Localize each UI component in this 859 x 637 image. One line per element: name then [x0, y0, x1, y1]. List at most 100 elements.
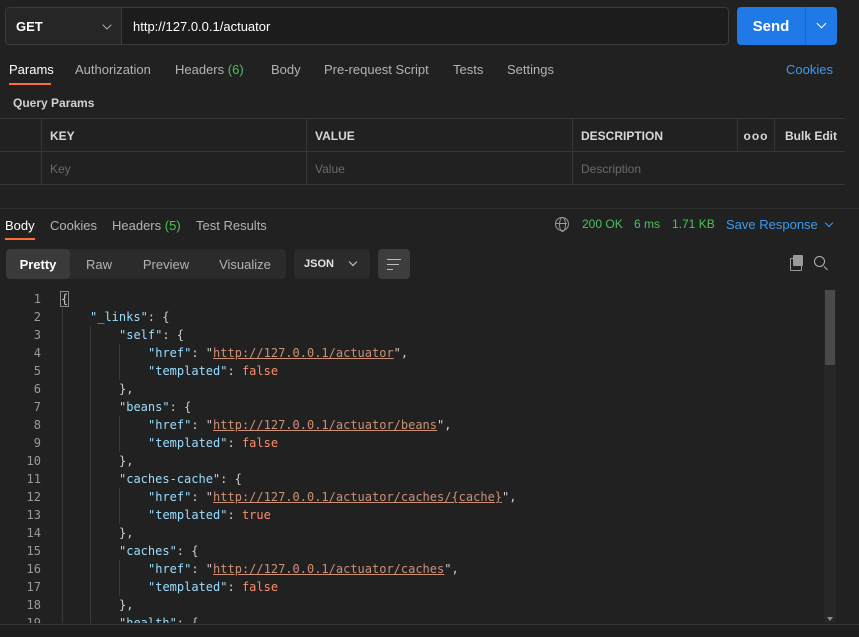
- view-preview[interactable]: Preview: [128, 249, 204, 279]
- line-number: 11: [26, 472, 41, 486]
- response-tab-headers[interactable]: Headers (5): [112, 218, 181, 233]
- line-number: 1: [33, 292, 41, 306]
- url-input[interactable]: http://127.0.0.1/actuator: [122, 8, 728, 44]
- response-body-editor[interactable]: 1{2 "_links": {3 "self": {4 "href": "http:/…: [0, 290, 822, 623]
- code-line: 7 "beans": {: [0, 398, 822, 416]
- search-icon[interactable]: [814, 256, 828, 270]
- line-number: 7: [33, 400, 41, 414]
- bulk-edit-button[interactable]: Bulk Edit: [774, 119, 845, 152]
- response-tab-cookies[interactable]: Cookies: [50, 218, 97, 233]
- tab-tests[interactable]: Tests: [453, 62, 483, 77]
- query-params-title: Query Params: [13, 96, 95, 110]
- tab-settings[interactable]: Settings: [507, 62, 554, 77]
- save-response-button[interactable]: Save Response: [726, 217, 834, 232]
- wrap-lines-icon[interactable]: [378, 249, 410, 279]
- globe-icon[interactable]: [555, 217, 569, 232]
- status-bar: [0, 624, 859, 637]
- code-text: },: [119, 382, 134, 396]
- line-number: 12: [26, 490, 41, 504]
- tab-headers[interactable]: Headers (6): [175, 62, 244, 77]
- code-text: "templated": false: [148, 364, 279, 378]
- response-tab-body[interactable]: Body: [5, 218, 35, 233]
- cookies-link[interactable]: Cookies: [786, 62, 833, 77]
- line-number: 10: [26, 454, 41, 468]
- status-code[interactable]: 200 OK: [582, 217, 623, 231]
- view-mode-group: Pretty Raw Preview Visualize: [6, 249, 286, 279]
- response-time[interactable]: 6 ms: [634, 217, 660, 231]
- request-url-bar: GET http://127.0.0.1/actuator: [5, 7, 729, 45]
- code-text: "beans": {: [119, 400, 192, 414]
- method-label: GET: [16, 18, 43, 34]
- more-options-icon[interactable]: ooo: [737, 119, 774, 152]
- query-params-table: KEY VALUE DESCRIPTION ooo Bulk Edit Key …: [0, 118, 845, 185]
- line-number: 13: [26, 508, 41, 522]
- send-options-chevron-down-icon[interactable]: [805, 7, 837, 45]
- code-text: "href": "http://127.0.0.1/actuator/cache…: [148, 562, 459, 576]
- code-text: "self": {: [119, 328, 185, 342]
- line-number: 19: [26, 616, 41, 623]
- description-input[interactable]: Description: [572, 152, 845, 185]
- view-visualize[interactable]: Visualize: [204, 249, 286, 279]
- format-label: JSON: [304, 258, 334, 270]
- code-text: "health": {: [119, 616, 199, 623]
- code-line: 12 "href": "http://127.0.0.1/actuator/cac…: [0, 488, 822, 506]
- chevron-down-icon: [102, 20, 112, 30]
- response-tab-test-results[interactable]: Test Results: [196, 218, 267, 233]
- code-line: 1{: [0, 290, 822, 308]
- code-text: },: [119, 454, 134, 468]
- code-line: 6},: [0, 380, 822, 398]
- code-text: {: [59, 291, 70, 307]
- code-text: "_links": {: [90, 310, 170, 324]
- send-button[interactable]: Send: [737, 7, 805, 45]
- row-checkbox[interactable]: [0, 152, 41, 185]
- checkbox-column: [0, 119, 41, 152]
- code-line: 9 "templated": false: [0, 434, 822, 452]
- copy-icon[interactable]: [790, 255, 803, 271]
- chevron-down-icon: [348, 257, 358, 267]
- active-response-tab-indicator: [5, 238, 35, 240]
- code-line: 19 "health": {: [0, 614, 822, 623]
- code-line: 18},: [0, 596, 822, 614]
- view-raw[interactable]: Raw: [70, 249, 128, 279]
- scroll-down-icon[interactable]: [827, 617, 833, 621]
- code-text: },: [119, 598, 134, 612]
- code-text: "caches-cache": {: [119, 472, 242, 486]
- code-line: 14},: [0, 524, 822, 542]
- active-tab-indicator: [9, 83, 51, 85]
- scrollbar-thumb[interactable]: [825, 290, 835, 365]
- format-select[interactable]: JSON: [294, 249, 370, 279]
- code-text: "templated": false: [148, 436, 279, 450]
- code-line: 11 "caches-cache": {: [0, 470, 822, 488]
- code-text: "templated": false: [148, 580, 279, 594]
- code-line: 13 "templated": true: [0, 506, 822, 524]
- response-size[interactable]: 1.71 KB: [672, 217, 715, 231]
- code-line: 4 "href": "http://127.0.0.1/actuator",: [0, 344, 822, 362]
- line-number: 3: [33, 328, 41, 342]
- line-number: 15: [26, 544, 41, 558]
- column-value: VALUE: [306, 119, 572, 152]
- tab-pre-request-script[interactable]: Pre-request Script: [324, 62, 429, 77]
- line-number: 2: [33, 310, 41, 324]
- code-line: 8 "href": "http://127.0.0.1/actuator/bean…: [0, 416, 822, 434]
- column-key: KEY: [41, 119, 306, 152]
- line-number: 9: [33, 436, 41, 450]
- table-header-row: KEY VALUE DESCRIPTION ooo Bulk Edit: [0, 119, 845, 152]
- view-pretty[interactable]: Pretty: [6, 249, 70, 279]
- headers-count: (6): [227, 62, 244, 77]
- line-number: 6: [33, 382, 41, 396]
- tab-authorization[interactable]: Authorization: [75, 62, 151, 77]
- line-number: 17: [26, 580, 41, 594]
- method-select[interactable]: GET: [6, 8, 122, 44]
- code-text: },: [119, 526, 134, 540]
- tab-params[interactable]: Params: [9, 62, 54, 77]
- code-line: 15 "caches": {: [0, 542, 822, 560]
- line-number: 18: [26, 598, 41, 612]
- response-headers-count: (5): [164, 218, 181, 233]
- code-line: 10},: [0, 452, 822, 470]
- code-line: 17 "templated": false: [0, 578, 822, 596]
- code-line: 5 "templated": false: [0, 362, 822, 380]
- vertical-scrollbar[interactable]: [824, 290, 836, 623]
- tab-body[interactable]: Body: [271, 62, 301, 77]
- key-input[interactable]: Key: [41, 152, 306, 185]
- value-input[interactable]: Value: [306, 152, 572, 185]
